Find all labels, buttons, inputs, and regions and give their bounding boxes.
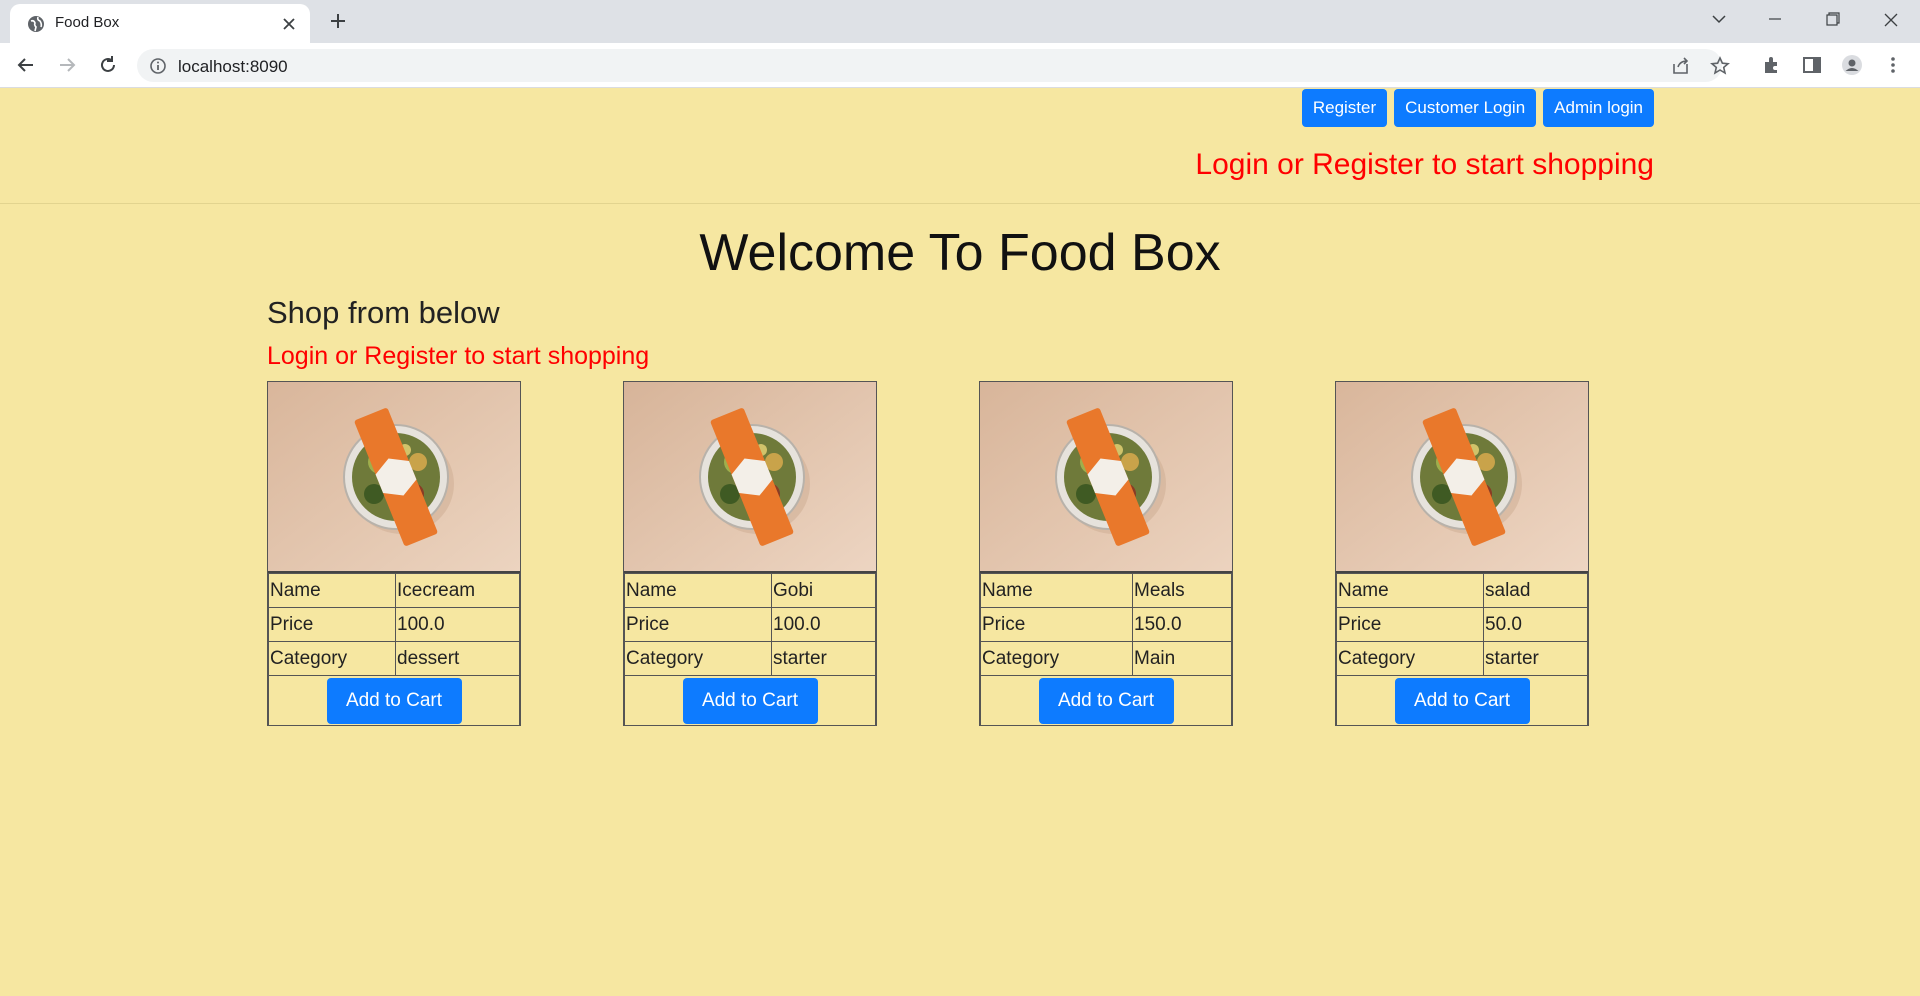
add-to-cart-button[interactable]: Add to Cart xyxy=(326,677,462,724)
price-label: Price xyxy=(1336,607,1484,642)
table-row: Price 100.0 xyxy=(268,607,520,642)
product-image xyxy=(268,382,520,573)
product-details-table: Name Gobi Price 100.0 Category starter A… xyxy=(624,573,876,726)
table-row: Add to Cart xyxy=(624,675,876,726)
table-row: Category starter xyxy=(624,641,876,676)
address-bar[interactable]: localhost:8090 xyxy=(137,49,1730,82)
product-image xyxy=(624,382,876,573)
category-label: Category xyxy=(980,641,1133,676)
food-box-illustration xyxy=(1336,382,1588,571)
product-name: Gobi xyxy=(771,573,876,608)
name-label: Name xyxy=(980,573,1133,608)
browser-tab[interactable]: Food Box xyxy=(10,4,310,43)
category-label: Category xyxy=(624,641,772,676)
admin-login-button[interactable]: Admin login xyxy=(1543,89,1654,127)
login-message: Login or Register to start shopping xyxy=(267,342,650,370)
cart-cell: Add to Cart xyxy=(1336,675,1588,726)
product-image xyxy=(1336,382,1588,573)
page-title: Welcome To Food Box xyxy=(699,224,1221,282)
url-text: localhost:8090 xyxy=(178,57,288,76)
table-row: Add to Cart xyxy=(268,675,520,726)
page-content: Register Customer Login Admin login Logi… xyxy=(0,88,1920,996)
name-label: Name xyxy=(1336,573,1484,608)
browser-toolbar: localhost:8090 xyxy=(0,43,1920,88)
table-row: Add to Cart xyxy=(980,675,1232,726)
share-icon[interactable] xyxy=(1670,55,1692,77)
product-image xyxy=(980,382,1232,573)
header-login-message: Login or Register to start shopping xyxy=(1195,148,1654,181)
shop-subtitle: Shop from below xyxy=(267,295,500,330)
add-to-cart-button[interactable]: Add to Cart xyxy=(1038,677,1174,724)
table-row: Name Icecream xyxy=(268,573,520,608)
forward-icon[interactable] xyxy=(56,54,78,76)
category-label: Category xyxy=(1336,641,1484,676)
product-details-table: Name salad Price 50.0 Category starter A… xyxy=(1336,573,1588,726)
table-row: Price 100.0 xyxy=(624,607,876,642)
price-label: Price xyxy=(980,607,1133,642)
profile-avatar-icon[interactable] xyxy=(1841,54,1863,76)
table-row: Name Gobi xyxy=(624,573,876,608)
extensions-icon[interactable] xyxy=(1761,54,1783,76)
new-tab-icon[interactable] xyxy=(326,9,350,33)
browser-tab-strip: Food Box xyxy=(0,0,1920,43)
register-button[interactable]: Register xyxy=(1301,89,1388,127)
table-row: Add to Cart xyxy=(1336,675,1588,726)
table-row: Category dessert xyxy=(268,641,520,676)
name-label: Name xyxy=(624,573,772,608)
product-card: Name Meals Price 150.0 Category Main Add… xyxy=(979,381,1233,726)
product-category: Main xyxy=(1132,641,1232,676)
product-price: 100.0 xyxy=(771,607,876,642)
product-card: Name Icecream Price 100.0 Category desse… xyxy=(267,381,521,726)
product-details-table: Name Icecream Price 100.0 Category desse… xyxy=(268,573,520,726)
price-label: Price xyxy=(268,607,396,642)
add-to-cart-button[interactable]: Add to Cart xyxy=(682,677,818,724)
table-row: Price 150.0 xyxy=(980,607,1232,642)
product-price: 150.0 xyxy=(1132,607,1232,642)
table-row: Category starter xyxy=(1336,641,1588,676)
add-to-cart-button[interactable]: Add to Cart xyxy=(1394,677,1530,724)
table-row: Name salad xyxy=(1336,573,1588,608)
cart-cell: Add to Cart xyxy=(268,675,520,726)
product-card: Name Gobi Price 100.0 Category starter A… xyxy=(623,381,877,726)
tab-title: Food Box xyxy=(55,14,120,31)
bookmark-star-icon[interactable] xyxy=(1709,55,1731,77)
tab-search-icon[interactable] xyxy=(1696,6,1742,34)
product-name: salad xyxy=(1483,573,1588,608)
food-box-illustration xyxy=(268,382,520,571)
cart-cell: Add to Cart xyxy=(624,675,876,726)
product-details-table: Name Meals Price 150.0 Category Main Add… xyxy=(980,573,1232,726)
side-panel-icon[interactable] xyxy=(1801,54,1823,76)
product-category: dessert xyxy=(395,641,520,676)
table-row: Name Meals xyxy=(980,573,1232,608)
cart-cell: Add to Cart xyxy=(980,675,1232,726)
back-icon[interactable] xyxy=(15,54,37,76)
auth-buttons: Register Customer Login Admin login xyxy=(1301,89,1654,127)
name-label: Name xyxy=(268,573,396,608)
table-row: Price 50.0 xyxy=(1336,607,1588,642)
customer-login-button[interactable]: Customer Login xyxy=(1394,89,1537,127)
header-divider xyxy=(0,203,1920,204)
product-price: 100.0 xyxy=(395,607,520,642)
reload-icon[interactable] xyxy=(97,54,119,76)
product-name: Meals xyxy=(1132,573,1232,608)
price-label: Price xyxy=(624,607,772,642)
close-window-icon[interactable] xyxy=(1868,6,1914,34)
close-tab-icon[interactable] xyxy=(279,14,299,34)
product-category: starter xyxy=(1483,641,1588,676)
product-name: Icecream xyxy=(395,573,520,608)
restore-icon[interactable] xyxy=(1810,6,1856,34)
menu-kebab-icon[interactable] xyxy=(1882,54,1904,76)
site-info-icon[interactable] xyxy=(149,57,167,75)
product-price: 50.0 xyxy=(1483,607,1588,642)
globe-icon xyxy=(28,16,44,32)
minimize-icon[interactable] xyxy=(1752,6,1798,34)
product-category: starter xyxy=(771,641,876,676)
category-label: Category xyxy=(268,641,396,676)
product-card: Name salad Price 50.0 Category starter A… xyxy=(1335,381,1589,726)
food-box-illustration xyxy=(624,382,876,571)
table-row: Category Main xyxy=(980,641,1232,676)
food-box-illustration xyxy=(980,382,1232,571)
